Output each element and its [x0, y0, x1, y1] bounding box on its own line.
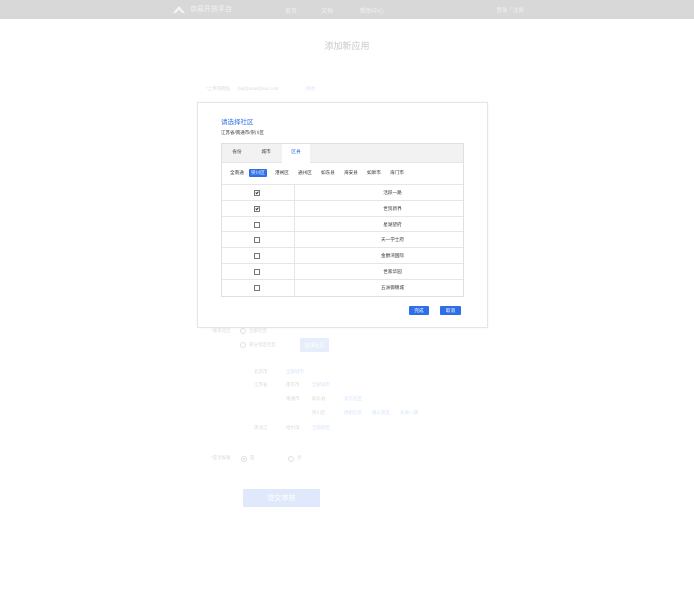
tree-district: 如东县 [312, 396, 326, 401]
checkbox-cell [222, 264, 295, 280]
district-option[interactable]: 如东县 [319, 169, 337, 177]
district-option[interactable]: 海安县 [342, 169, 360, 177]
nav-item-docs[interactable]: 文档 [321, 6, 333, 15]
submit-review-button[interactable]: 提交审核 [243, 489, 320, 507]
radio-all-communities-label: 全部社区 [249, 328, 267, 333]
tree-item[interactable]: 全部街区 [312, 425, 330, 431]
logo-text: 京易开放平台 [190, 6, 232, 13]
tree-province: 江苏省 [254, 382, 268, 387]
radio-all-communities[interactable] [240, 328, 246, 334]
auth-links: 登录 | 注册 [497, 6, 524, 14]
community-row[interactable]: 天一学士府 [222, 231, 463, 249]
community-checkbox-checked[interactable] [254, 205, 260, 212]
done-button[interactable]: 完成 [409, 306, 429, 315]
modal-title: 请选择社区 [221, 119, 254, 126]
radio-partial-communities[interactable] [240, 342, 246, 348]
login-link[interactable]: 登录 [497, 6, 508, 14]
community-name: 天一学士府 [381, 237, 404, 243]
tree-province: 黑龙江 [254, 425, 268, 430]
community-name: 世贸新界 [383, 205, 402, 211]
district-option[interactable]: 全南通 [228, 169, 246, 177]
community-row[interactable]: 活跃一路 [222, 184, 463, 201]
tree-city: 哈尔滨 [286, 425, 300, 430]
radio-notify-no-label: 否 [297, 455, 302, 460]
tree-item[interactable]: 天目一期 [400, 410, 418, 416]
tree-item[interactable]: 佛祖社区 [344, 410, 362, 416]
district-option[interactable]: 通州区 [296, 169, 314, 177]
community-name: 金爵湾国际 [381, 253, 404, 259]
tree-item[interactable]: 狼山景区 [372, 410, 390, 416]
community-checkbox[interactable] [254, 269, 260, 275]
tree-item[interactable]: 全部城市 [312, 382, 330, 388]
community-label: *联系社区 [211, 328, 231, 333]
tree-city: 南京市 [286, 382, 300, 387]
notify-label: *是否报备 [211, 455, 231, 460]
nav-item-help-center[interactable]: 帮助中心 [360, 6, 384, 15]
auth-separator: | [509, 6, 511, 12]
community-row[interactable]: 世贸新界 [222, 199, 463, 217]
page: 京易开放平台 首页 文档 帮助中心 登录 | 注册 添加新应用 *上传内网址 b… [0, 0, 694, 600]
tree-province: 北京市 [254, 369, 268, 374]
register-link[interactable]: 注册 [513, 6, 524, 14]
radio-notify-yes-label: 是 [250, 455, 255, 460]
community-picker: 省份 城市 区县 全南通 崇川区 港闸区 通州区 如东县 海安县 如皋市 海门市… [221, 143, 464, 297]
email-edit-link[interactable]: 修改 [306, 86, 315, 92]
district-option[interactable]: 海门市 [388, 169, 406, 177]
tab-city[interactable]: 城市 [252, 144, 280, 162]
community-row[interactable]: 五洲御锦城 [222, 278, 463, 296]
radio-notify-yes[interactable] [241, 456, 247, 462]
community-checkbox-checked[interactable] [254, 190, 260, 196]
radio-notify-no[interactable] [288, 456, 294, 462]
community-checkbox[interactable] [254, 253, 260, 260]
district-option[interactable]: 港闸区 [273, 169, 291, 177]
page-title: 添加新应用 [324, 41, 370, 51]
radio-partial-communities-label: 部分指定社区 [249, 342, 276, 347]
community-name: 五洲御锦城 [381, 284, 404, 290]
nav-item-home[interactable]: 首页 [285, 6, 297, 15]
select-community-button[interactable]: 选择社区 [300, 338, 329, 352]
checkbox-cell [222, 232, 295, 249]
community-name: 星湖望府 [383, 221, 402, 227]
top-navigation-bar: 京易开放平台 首页 文档 帮助中心 登录 | 注册 [0, 0, 694, 19]
tree-item[interactable]: 龙信社区 [344, 396, 362, 402]
checkbox-cell [222, 185, 295, 201]
community-checkbox[interactable] [254, 237, 260, 244]
tree-item[interactable]: 全部城市 [286, 369, 304, 375]
logo-mark-icon [173, 6, 185, 13]
checkbox-cell [222, 200, 295, 217]
community-row[interactable]: 世家华园 [222, 263, 463, 280]
district-list: 全南通 崇川区 港闸区 通州区 如东县 海安县 如皋市 海门市 [222, 167, 463, 179]
checkbox-cell [222, 248, 295, 264]
community-name: 世家华园 [383, 269, 402, 274]
email-label: *上传内网址 [206, 86, 231, 91]
community-checkbox[interactable] [254, 221, 260, 228]
tree-city: 南通市 [286, 396, 300, 401]
tab-province[interactable]: 省份 [222, 144, 252, 162]
checkbox-cell [222, 216, 295, 233]
community-row[interactable]: 星湖望府 [222, 215, 463, 233]
community-name: 活跃一路 [383, 190, 402, 195]
district-option[interactable]: 如皋市 [365, 169, 383, 177]
tree-district: 崇川区 [312, 410, 326, 415]
community-picker-modal: 请选择社区 江苏省/南通市/崇川区 省份 城市 区县 全南通 崇川区 港闸区 通… [197, 102, 488, 328]
email-value: bat@xdut@sxx.com [238, 86, 279, 91]
logo[interactable]: 京易开放平台 [173, 3, 232, 15]
picker-tabs: 省份 城市 区县 [222, 144, 463, 163]
community-row[interactable]: 金爵湾国际 [222, 247, 463, 264]
checkbox-cell [222, 279, 295, 296]
selected-path: 江苏省/南通市/崇川区 [221, 130, 264, 135]
cancel-button[interactable]: 取消 [440, 306, 461, 315]
community-checkbox[interactable] [254, 284, 260, 291]
district-option-selected[interactable]: 崇川区 [249, 169, 267, 177]
tab-district[interactable]: 区县 [282, 144, 310, 163]
